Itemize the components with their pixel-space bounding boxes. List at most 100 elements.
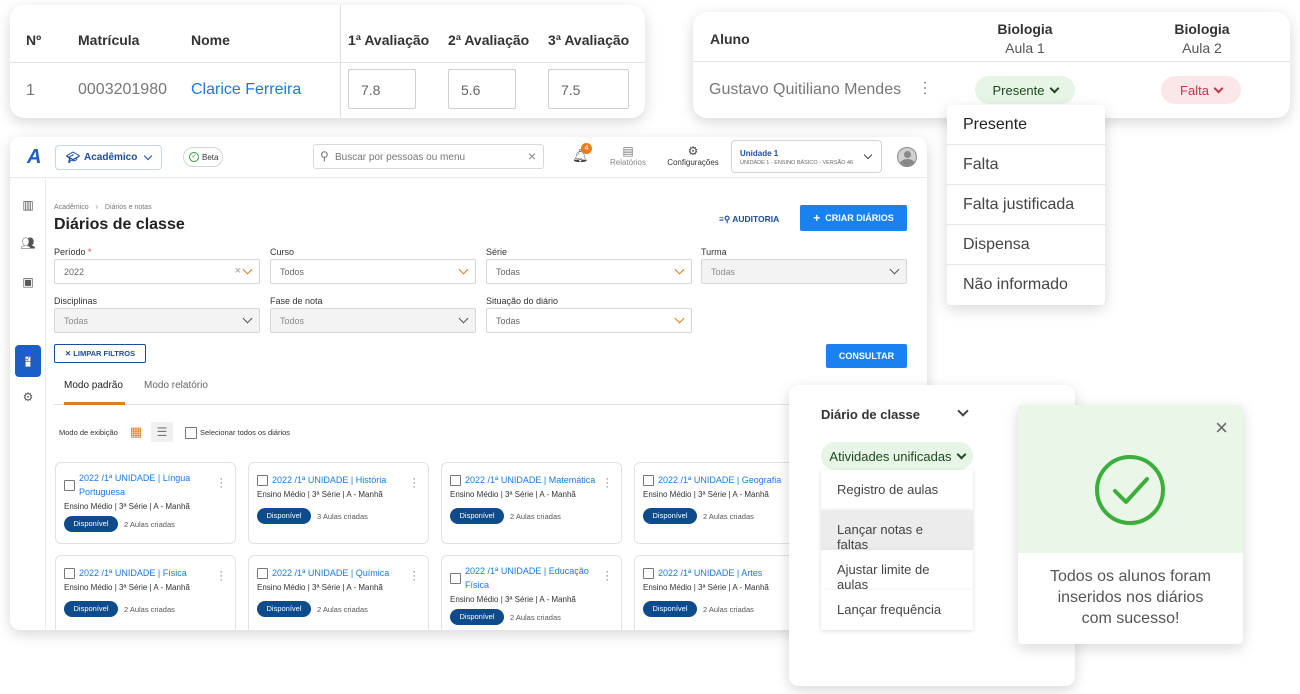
tab-modo-padrao[interactable]: Modo padrão [64,380,123,391]
status-option-falta[interactable]: Falta [947,145,1105,185]
settings-button[interactable]: ⚙ Configurações [664,144,722,167]
diary-card-title[interactable]: 2022 /1ª UNIDADE | História [272,473,407,487]
checklist-icon[interactable]: ☑ [19,349,37,367]
tab-modo-relatorio[interactable]: Modo relatório [144,380,208,391]
status-value: Presente [992,82,1045,98]
reports-button[interactable]: ▤ Relatórios [605,144,651,167]
diary-card[interactable]: 2022 /1ª UNIDADE | Artes···Ensino Médio … [634,555,815,630]
periodo-label: Período * [54,247,92,257]
grade-input-av3[interactable]: 7.5 [548,69,629,109]
grade-input-av2[interactable]: 5.6 [448,69,516,109]
diary-card[interactable]: 2022 /1ª UNIDADE | Matemática · · · Ensino M… [441,462,622,544]
diary-menu-title[interactable]: Diário de classe [821,407,920,422]
diary-card[interactable]: 2022 /1ª UNIDADE | História · · · Ensino Méd… [248,462,429,544]
success-dialog: × Todos os alunos foram inseridos nos di… [1018,405,1243,644]
diary-card-title[interactable]: 2022 /1ª UNIDADE | Geografia [658,473,793,487]
chevron-down-icon[interactable] [957,405,969,417]
diary-card-subtitle: Ensino Médio | 3ª Série | A - Manhã [64,502,190,511]
unit-select[interactable]: Unidade 1 UNIDADE 1 - ENSINO BÁSICO - VE… [731,140,882,173]
turma-select[interactable]: Todas [701,259,907,284]
menu-item-ajustar-limite[interactable]: Ajustar limite de aulas [821,550,973,592]
menu-item-registro-aulas[interactable]: Registro de aulas [821,470,973,510]
diary-card-title[interactable]: 2022 /1ª UNIDADE | Educação Física [465,564,600,592]
diary-card[interactable]: 2022 /1ª UNIDADE | Educação Física · · · Ens… [441,555,622,630]
diary-card-subtitle: Ensino Médio | 3ª Série | A - Manhã [450,490,576,499]
kebab-menu-icon[interactable]: ··· [219,474,223,493]
breadcrumb-item[interactable]: Acadêmico [54,204,89,211]
avatar[interactable] [897,147,917,167]
status-badge: Disponível [643,508,697,524]
kebab-menu-icon[interactable]: ··· [412,567,416,586]
kebab-menu-icon[interactable]: ··· [412,474,416,493]
diary-card-checkbox[interactable] [64,480,75,491]
status-option-nao-informado[interactable]: Não informado [947,265,1105,305]
student-name-link[interactable]: Clarice Ferreira [191,81,301,99]
disciplinas-select[interactable]: Todas [54,308,260,333]
diary-card[interactable]: 2022 /1ª UNIDADE | Geografia···Ensino Mé… [634,462,815,544]
diary-card-title[interactable]: 2022 /1ª UNIDADE | Química [272,566,407,580]
search-input[interactable]: ⚲ Buscar por pessoas ou menu × [313,144,544,169]
breadcrumb-item[interactable]: Diários e notas [105,204,152,211]
situacao-select[interactable]: Todas [486,308,692,333]
settings-group-icon[interactable]: ⚙ [19,388,37,406]
diary-card-checkbox[interactable] [643,568,654,579]
unified-activities-select[interactable]: Atividades unificadas [821,442,973,470]
kebab-menu-icon[interactable]: ··· [605,474,609,493]
status-select-aula2[interactable]: Falta [1161,76,1241,104]
diary-card-checkbox[interactable] [257,475,268,486]
diary-card-checkbox[interactable] [64,568,75,579]
clear-search-icon[interactable]: × [528,148,536,164]
diary-card-checkbox[interactable] [257,568,268,579]
kebab-menu-icon[interactable]: ··· [219,567,223,586]
select-all-checkbox[interactable] [185,427,197,439]
diary-card-checkbox[interactable] [450,573,461,584]
reports-label: Relatórios [609,158,646,167]
id-card-icon[interactable]: ▣ [19,273,37,291]
app-logo[interactable]: A [27,146,41,169]
chevron-down-icon [674,313,685,324]
grid-view-icon[interactable]: ▦ [125,422,147,442]
search-placeholder: Buscar por pessoas ou menu [335,152,466,163]
diary-card-title[interactable]: 2022 /1ª UNIDADE | Artes [658,566,793,580]
diary-card[interactable]: 2022 /1ª UNIDADE | Língua Portuguesa · · · E… [55,462,236,544]
diary-card[interactable]: 2022 /1ª UNIDADE | Física · · · Ensino Médio… [55,555,236,630]
audit-button[interactable]: ≡⚲ AUDITORIA [719,214,779,225]
menu-item-lancar-frequencia[interactable]: Lançar frequência [821,590,973,630]
status-option-dispensa[interactable]: Dispensa [947,225,1105,265]
row-num: 1 [26,82,35,99]
clear-filters-button[interactable]: ✕ LIMPAR FILTROS [54,344,146,363]
clear-icon[interactable]: × [235,265,241,277]
audit-icon: ≡⚲ [719,214,733,224]
diary-card-subtitle: Ensino Médio | 3ª Série | A - Manhã [450,595,576,604]
people-icon[interactable]: 👥︎ [19,234,37,252]
diary-card[interactable]: 2022 /1ª UNIDADE | Química · · · Ensino Médi… [248,555,429,630]
module-select[interactable]: 🎓︎ Acadêmico [55,145,162,170]
dashboard-icon[interactable]: ▥ [19,196,37,214]
grade-input-av1[interactable]: 7.8 [348,69,416,109]
consult-button[interactable]: CONSULTAR [826,344,907,368]
diary-card-title[interactable]: 2022 /1ª UNIDADE | Matemática [465,473,600,487]
diary-card-checkbox[interactable] [643,475,654,486]
create-diaries-button[interactable]: + CRIAR DIÁRIOS [800,205,907,231]
notifications-button[interactable]: 🔔︎ 4 [572,143,592,166]
kebab-menu-icon[interactable]: ··· [605,567,609,586]
diary-card-title[interactable]: 2022 /1ª UNIDADE | Língua Portuguesa [79,471,214,499]
list-view-icon[interactable]: ☰ [151,422,173,442]
close-icon[interactable]: × [1215,415,1228,441]
col-nome: Nome [191,32,230,48]
menu-item-lancar-notas[interactable]: Lançar notas e faltas [821,510,973,552]
lesson-count: 3 Aulas criadas [317,512,368,521]
status-option-falta-justificada[interactable]: Falta justificada [947,185,1105,225]
serie-select[interactable]: Todas [486,259,692,284]
fase-select[interactable]: Todos [270,308,476,333]
periodo-select[interactable]: 2022 × [54,259,260,284]
diary-card-subtitle: Ensino Médio | 3ª Série | A - Manhã [257,490,383,499]
diary-card-title[interactable]: 2022 /1ª UNIDADE | Física [79,566,214,580]
turma-label: Turma [701,247,727,257]
diary-card-checkbox[interactable] [450,475,461,486]
row-divider [10,62,645,63]
status-select-aula1[interactable]: Presente [975,76,1075,104]
row-kebab-icon[interactable]: ⋯ [915,80,934,95]
status-option-presente[interactable]: Presente [947,105,1105,145]
curso-select[interactable]: Todos [270,259,476,284]
